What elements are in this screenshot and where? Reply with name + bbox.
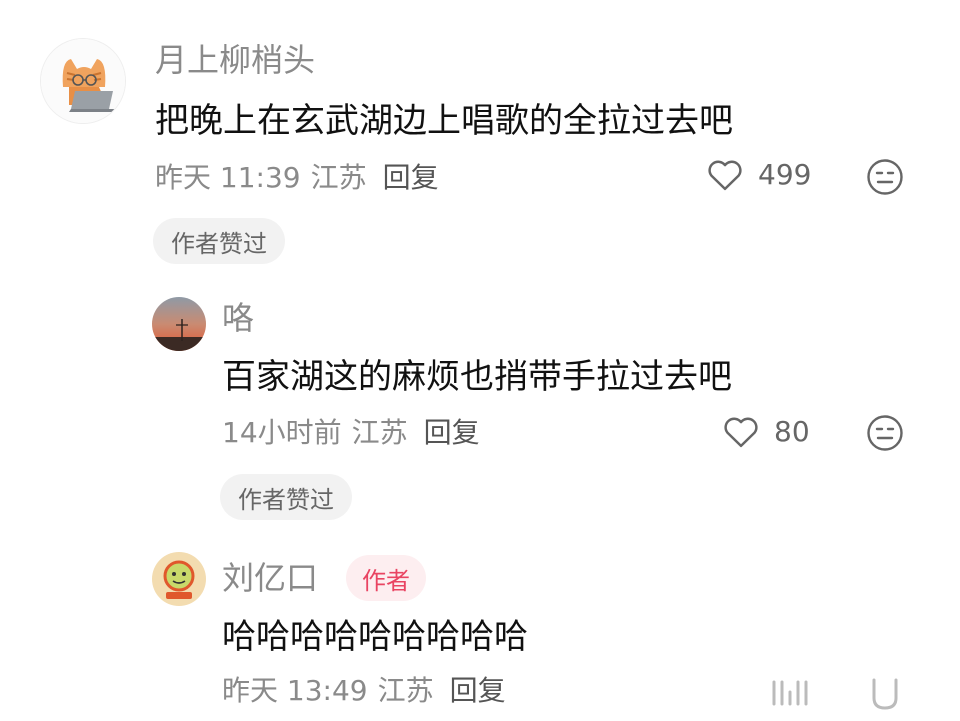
- dislike-button[interactable]: [866, 676, 904, 718]
- cartoon-avatar-icon: [152, 552, 206, 606]
- comment-text: 把晚上在玄武湖边上唱歌的全拉过去吧: [155, 101, 733, 141]
- comment-text: 哈哈哈哈哈哈哈哈哈: [222, 617, 528, 657]
- neutral-face-icon: [872, 678, 898, 710]
- like-button[interactable]: [768, 676, 812, 710]
- comment-location: 江苏: [351, 416, 408, 449]
- comment-location: 江苏: [377, 674, 434, 707]
- author-liked-chip: 作者赞过: [220, 474, 352, 520]
- reply-button[interactable]: 回复: [424, 416, 480, 449]
- like-count: 80: [774, 415, 810, 448]
- comment-meta: 昨天 13:49 江苏 回复: [222, 677, 506, 705]
- reply-button[interactable]: 回复: [450, 674, 506, 707]
- like-button[interactable]: 80: [722, 415, 810, 449]
- heart-icon: [724, 417, 758, 448]
- comment-thread: 月上柳梢头 把晚上在玄武湖边上唱歌的全拉过去吧 昨天 11:39 江苏 回复 499…: [0, 0, 960, 721]
- like-count: 499: [758, 158, 812, 191]
- like-button[interactable]: 499: [706, 158, 811, 192]
- comment-time: 14小时前: [222, 416, 342, 449]
- heart-icon: [772, 680, 808, 706]
- avatar[interactable]: [152, 297, 206, 351]
- neutral-face-icon: [867, 159, 903, 195]
- comment-location: 江苏: [310, 161, 367, 194]
- reply-button[interactable]: 回复: [383, 161, 439, 194]
- dislike-button[interactable]: [866, 414, 904, 456]
- author-liked-chip: 作者赞过: [153, 218, 285, 264]
- comment-time: 昨天 13:49: [222, 674, 368, 707]
- comment-username[interactable]: 刘亿口: [222, 562, 318, 594]
- comment-text: 百家湖这的麻烦也捎带手拉过去吧: [222, 357, 732, 397]
- avatar[interactable]: [152, 552, 206, 606]
- comment-meta: 昨天 11:39 江苏 回复: [155, 164, 439, 192]
- heart-icon: [708, 160, 742, 191]
- neutral-face-icon: [867, 415, 903, 451]
- sunset-avatar-icon: [152, 297, 206, 351]
- comment-meta: 14小时前 江苏 回复: [222, 419, 480, 447]
- author-badge: 作者: [346, 555, 426, 601]
- comment-username[interactable]: 咯: [222, 302, 254, 334]
- dislike-button[interactable]: [866, 158, 904, 200]
- comment-time: 昨天 11:39: [155, 161, 301, 194]
- comment-username[interactable]: 月上柳梢头: [155, 44, 315, 76]
- avatar[interactable]: [40, 38, 126, 124]
- cat-avatar-icon: [41, 39, 125, 123]
